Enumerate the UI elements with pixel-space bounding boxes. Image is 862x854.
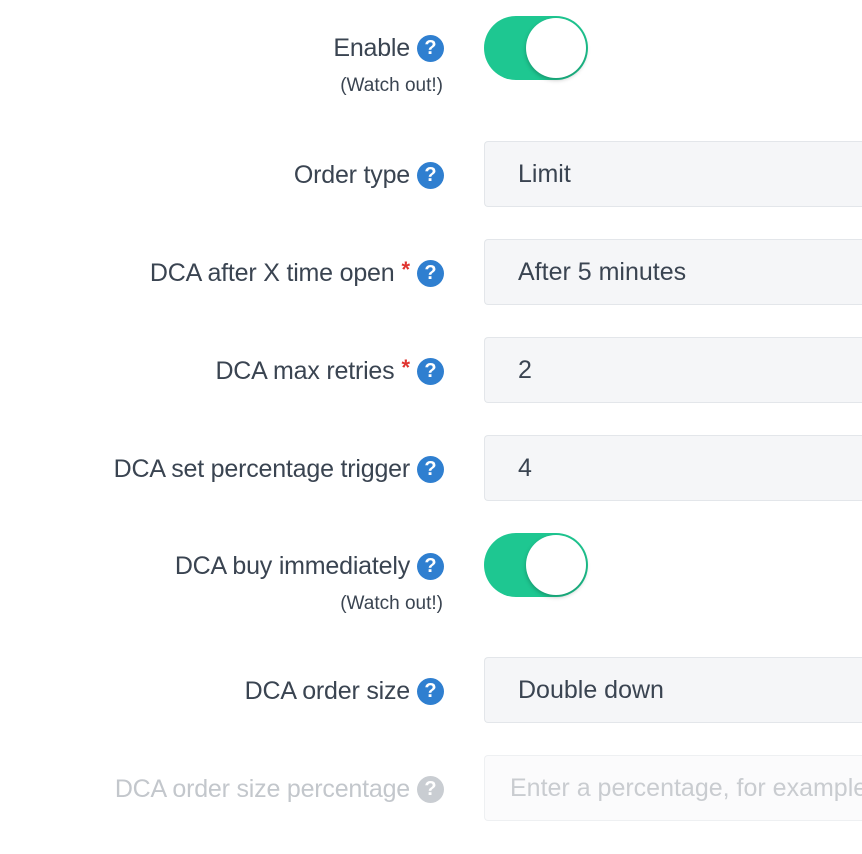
- help-question-icon[interactable]: ?: [417, 357, 444, 385]
- field-label: DCA order size percentage: [114, 774, 410, 803]
- toggle-knob: [526, 18, 586, 78]
- help-question-icon[interactable]: ?: [417, 552, 444, 580]
- dca-buy-immediately-toggle[interactable]: [484, 533, 588, 597]
- label-column: Enable ? (Watch out!): [333, 33, 444, 97]
- field-label: DCA buy immediately: [174, 551, 410, 580]
- select-value: After 5 minutes: [518, 257, 687, 286]
- help-question-icon[interactable]: ?: [417, 34, 444, 62]
- help-question-icon[interactable]: ?: [417, 161, 444, 189]
- help-question-icon[interactable]: ?: [417, 775, 444, 803]
- label-column: DCA buy immediately ? (Watch out!): [175, 551, 444, 615]
- label-column: DCA max retries * ?: [215, 355, 444, 386]
- field-label: DCA set percentage trigger: [113, 454, 411, 483]
- label-column: Order type ?: [294, 160, 444, 190]
- watch-out-hint: (Watch out!): [340, 593, 443, 614]
- dca-after-time-select[interactable]: After 5 minutes: [484, 239, 862, 305]
- help-question-icon[interactable]: ?: [417, 677, 444, 705]
- field-label: Order type: [293, 160, 410, 189]
- dca-order-size-percentage-input[interactable]: Enter a percentage, for example: [484, 755, 862, 821]
- input-placeholder: Enter a percentage, for example: [510, 773, 862, 802]
- help-question-icon[interactable]: ?: [417, 259, 444, 287]
- dca-percentage-trigger-input[interactable]: 4: [484, 435, 862, 501]
- input-value: 4: [518, 453, 532, 482]
- label-column: DCA after X time open * ?: [149, 257, 444, 288]
- dca-settings-form: Enable ? (Watch out!) Order type ? Limit…: [0, 0, 862, 854]
- select-value: Limit: [518, 159, 571, 188]
- field-label: DCA after X time open: [149, 258, 395, 287]
- toggle-knob: [526, 535, 586, 595]
- select-value: Double down: [518, 675, 664, 704]
- required-asterisk: *: [401, 257, 410, 282]
- label-column: DCA order size percentage ?: [115, 774, 444, 804]
- help-question-icon[interactable]: ?: [417, 455, 444, 483]
- order-type-select[interactable]: Limit: [484, 141, 862, 207]
- label-column: DCA set percentage trigger ?: [114, 454, 444, 484]
- input-value: 2: [518, 355, 532, 384]
- watch-out-hint: (Watch out!): [340, 75, 443, 96]
- field-label: DCA max retries: [215, 356, 395, 385]
- enable-toggle[interactable]: [484, 16, 588, 80]
- field-label: Enable: [333, 33, 410, 62]
- field-label: DCA order size: [244, 676, 411, 705]
- label-column: DCA order size ?: [245, 676, 444, 706]
- dca-order-size-select[interactable]: Double down: [484, 657, 862, 723]
- required-asterisk: *: [401, 355, 410, 380]
- dca-max-retries-input[interactable]: 2: [484, 337, 862, 403]
